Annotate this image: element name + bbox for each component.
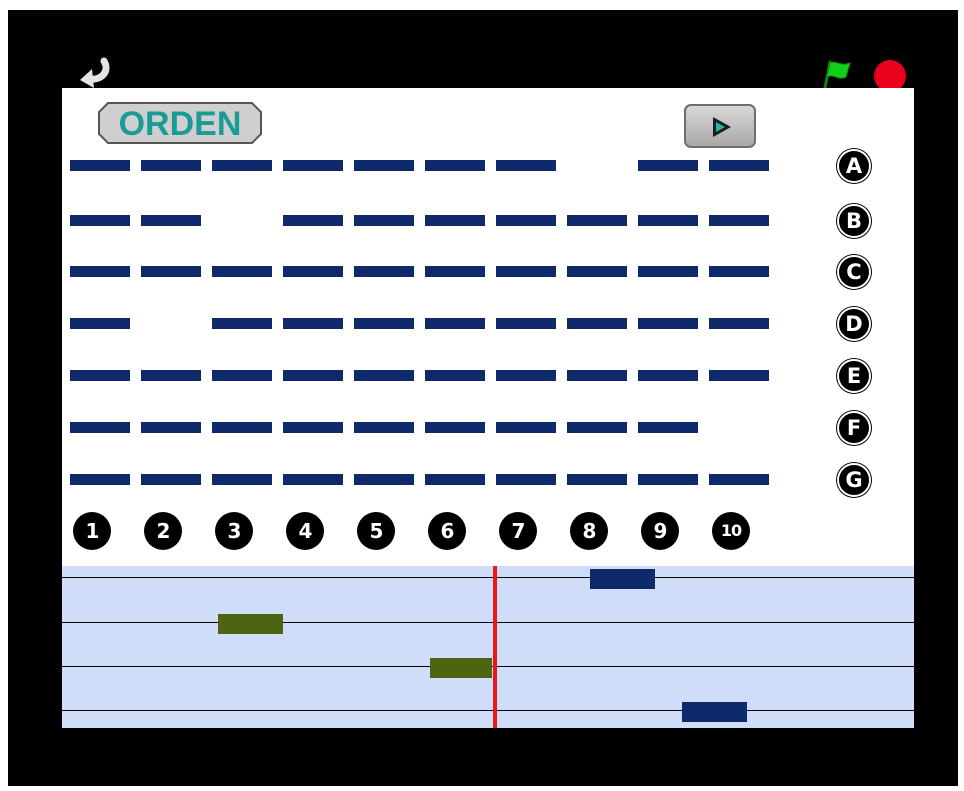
note-dash-a-9[interactable] xyxy=(638,160,698,171)
note-dash-f-7[interactable] xyxy=(496,422,556,433)
note-dash-d-5[interactable] xyxy=(354,318,414,329)
note-dash-c-9[interactable] xyxy=(638,266,698,277)
note-dash-a-1[interactable] xyxy=(70,160,130,171)
note-dash-g-3[interactable] xyxy=(212,474,272,485)
note-dash-a-10[interactable] xyxy=(709,160,769,171)
note-dash-b-7[interactable] xyxy=(496,215,556,226)
note-dash-c-8[interactable] xyxy=(567,266,627,277)
row-label-a: A xyxy=(837,149,871,183)
note-dash-g-10[interactable] xyxy=(709,474,769,485)
note-dash-c-3[interactable] xyxy=(212,266,272,277)
note-dash-b-6[interactable] xyxy=(425,215,485,226)
column-label-7: 7 xyxy=(499,512,537,550)
note-dash-e-4[interactable] xyxy=(283,370,343,381)
timeline-lane-4 xyxy=(62,710,914,711)
note-dash-b-5[interactable] xyxy=(354,215,414,226)
column-label-1: 1 xyxy=(73,512,111,550)
note-dash-e-7[interactable] xyxy=(496,370,556,381)
play-button[interactable] xyxy=(684,104,756,148)
timeline-lane-2 xyxy=(62,622,914,623)
note-dash-b-1[interactable] xyxy=(70,215,130,226)
note-dash-c-4[interactable] xyxy=(283,266,343,277)
row-label-e: E xyxy=(837,359,871,393)
note-dash-a-4[interactable] xyxy=(283,160,343,171)
note-dash-d-7[interactable] xyxy=(496,318,556,329)
note-dash-d-4[interactable] xyxy=(283,318,343,329)
note-dash-a-3[interactable] xyxy=(212,160,272,171)
timeline-lane-1 xyxy=(62,577,914,578)
note-dash-g-4[interactable] xyxy=(283,474,343,485)
note-dash-f-2[interactable] xyxy=(141,422,201,433)
row-label-g: G xyxy=(837,463,871,497)
orden-button[interactable]: ORDEN xyxy=(98,102,262,144)
note-dash-c-5[interactable] xyxy=(354,266,414,277)
note-dash-e-6[interactable] xyxy=(425,370,485,381)
column-label-2: 2 xyxy=(144,512,182,550)
note-dash-b-10[interactable] xyxy=(709,215,769,226)
note-dash-f-3[interactable] xyxy=(212,422,272,433)
back-arrow-icon[interactable] xyxy=(72,53,116,93)
column-label-6: 6 xyxy=(428,512,466,550)
note-dash-e-10[interactable] xyxy=(709,370,769,381)
note-dash-c-7[interactable] xyxy=(496,266,556,277)
note-dash-g-8[interactable] xyxy=(567,474,627,485)
note-dash-g-5[interactable] xyxy=(354,474,414,485)
row-label-f: F xyxy=(837,411,871,445)
column-label-9: 9 xyxy=(641,512,679,550)
note-dash-g-7[interactable] xyxy=(496,474,556,485)
note-dash-a-2[interactable] xyxy=(141,160,201,171)
note-dash-e-5[interactable] xyxy=(354,370,414,381)
timeline-note-4[interactable] xyxy=(682,702,747,722)
note-dash-d-3[interactable] xyxy=(212,318,272,329)
note-dash-d-10[interactable] xyxy=(709,318,769,329)
note-dash-d-9[interactable] xyxy=(638,318,698,329)
note-dash-c-6[interactable] xyxy=(425,266,485,277)
playhead[interactable] xyxy=(493,566,497,728)
note-dash-e-8[interactable] xyxy=(567,370,627,381)
note-dash-d-6[interactable] xyxy=(425,318,485,329)
column-label-5: 5 xyxy=(357,512,395,550)
note-dash-d-1[interactable] xyxy=(70,318,130,329)
note-dash-g-2[interactable] xyxy=(141,474,201,485)
note-dash-g-1[interactable] xyxy=(70,474,130,485)
stage: ORDEN ABCDEFG 1 2 3 4 5 6 7 8 9 10 xyxy=(62,88,914,728)
timeline-note-3[interactable] xyxy=(430,658,492,678)
note-dash-e-1[interactable] xyxy=(70,370,130,381)
note-dash-c-1[interactable] xyxy=(70,266,130,277)
note-dash-b-2[interactable] xyxy=(141,215,201,226)
note-dash-f-8[interactable] xyxy=(567,422,627,433)
column-label-10: 10 xyxy=(712,512,750,550)
note-dash-e-9[interactable] xyxy=(638,370,698,381)
note-dash-f-4[interactable] xyxy=(283,422,343,433)
row-label-c: C xyxy=(837,255,871,289)
note-dash-f-6[interactable] xyxy=(425,422,485,433)
row-label-d: D xyxy=(837,307,871,341)
green-flag-icon[interactable] xyxy=(820,58,862,92)
orden-label: ORDEN xyxy=(119,105,242,143)
note-dash-a-7[interactable] xyxy=(496,160,556,171)
note-dash-b-9[interactable] xyxy=(638,215,698,226)
note-dash-f-1[interactable] xyxy=(70,422,130,433)
column-label-4: 4 xyxy=(286,512,324,550)
timeline-note-1[interactable] xyxy=(590,569,655,589)
note-dash-a-6[interactable] xyxy=(425,160,485,171)
timeline xyxy=(62,566,914,728)
note-dash-a-5[interactable] xyxy=(354,160,414,171)
column-label-3: 3 xyxy=(215,512,253,550)
timeline-note-2[interactable] xyxy=(218,614,283,634)
note-dash-d-8[interactable] xyxy=(567,318,627,329)
note-dash-b-8[interactable] xyxy=(567,215,627,226)
note-dash-g-9[interactable] xyxy=(638,474,698,485)
row-label-b: B xyxy=(837,204,871,238)
note-dash-f-9[interactable] xyxy=(638,422,698,433)
note-dash-e-2[interactable] xyxy=(141,370,201,381)
note-dash-c-10[interactable] xyxy=(709,266,769,277)
note-dash-b-4[interactable] xyxy=(283,215,343,226)
note-dash-g-6[interactable] xyxy=(425,474,485,485)
column-label-8: 8 xyxy=(570,512,608,550)
note-dash-c-2[interactable] xyxy=(141,266,201,277)
note-dash-f-5[interactable] xyxy=(354,422,414,433)
note-dash-e-3[interactable] xyxy=(212,370,272,381)
